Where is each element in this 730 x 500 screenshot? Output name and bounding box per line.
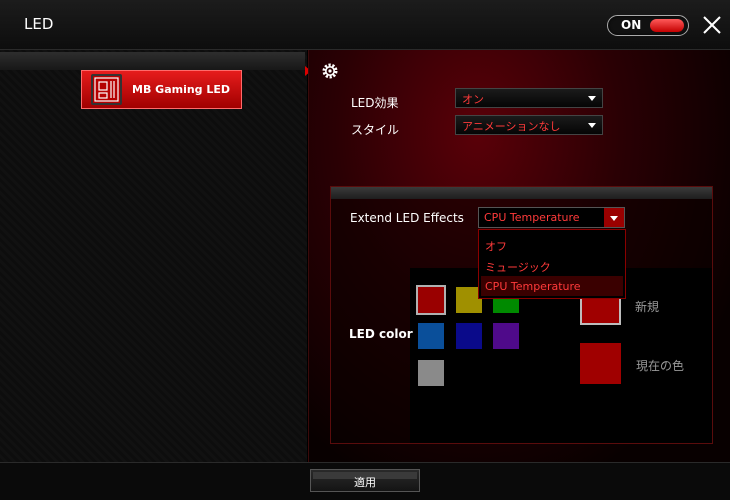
device-item-label: MB Gaming LED (132, 83, 231, 96)
led-effect-value: オン (462, 93, 484, 106)
extend-panel-header-bar (331, 187, 712, 199)
extend-effects-dropdown[interactable]: CPU Temperature (478, 207, 625, 228)
window-title: LED (24, 15, 54, 33)
power-toggle[interactable]: ON (607, 15, 689, 36)
current-color-label: 現在の色 (636, 359, 685, 373)
chevron-down-icon (588, 123, 596, 128)
extend-option-cpu-temperature[interactable]: CPU Temperature (481, 276, 623, 296)
chevron-down-icon[interactable] (604, 208, 624, 227)
current-color-preview (580, 343, 621, 384)
new-color-label: 新規 (635, 300, 660, 314)
extend-effects-options-list: オフ ミュージック CPU Temperature (478, 229, 626, 299)
color-swatch-blue[interactable] (456, 323, 482, 349)
apply-button[interactable]: 適用 (310, 469, 420, 492)
extend-effects-label: Extend LED Effects (350, 211, 464, 225)
device-list-pane (0, 50, 307, 462)
style-label: スタイル (351, 123, 400, 137)
color-swatch-gray[interactable] (418, 360, 444, 386)
color-swatch-purple[interactable] (493, 323, 519, 349)
close-button[interactable] (700, 13, 724, 37)
device-list-header-bar (0, 52, 305, 70)
led-effect-dropdown[interactable]: オン (455, 88, 603, 108)
close-icon (703, 16, 721, 34)
power-toggle-knob (650, 19, 684, 32)
motherboard-icon (91, 74, 122, 105)
color-swatch-red[interactable] (416, 285, 446, 315)
extend-option-music[interactable]: ミュージック (481, 255, 623, 275)
extend-effects-value: CPU Temperature (484, 211, 580, 224)
color-swatch-light-blue[interactable] (418, 323, 444, 349)
style-dropdown[interactable]: アニメーションなし (455, 115, 603, 135)
style-value: アニメーションなし (462, 120, 561, 133)
led-effect-label: LED効果 (351, 96, 399, 110)
title-bar: LED ON (0, 0, 730, 50)
chevron-down-icon (588, 96, 596, 101)
led-color-label: LED color (349, 327, 413, 341)
extend-option-off[interactable]: オフ (481, 234, 623, 254)
gear-icon (322, 63, 338, 79)
apply-button-label: 適用 (354, 476, 376, 489)
device-item-mb-gaming-led[interactable]: MB Gaming LED (81, 70, 242, 109)
power-toggle-label: ON (621, 18, 642, 32)
